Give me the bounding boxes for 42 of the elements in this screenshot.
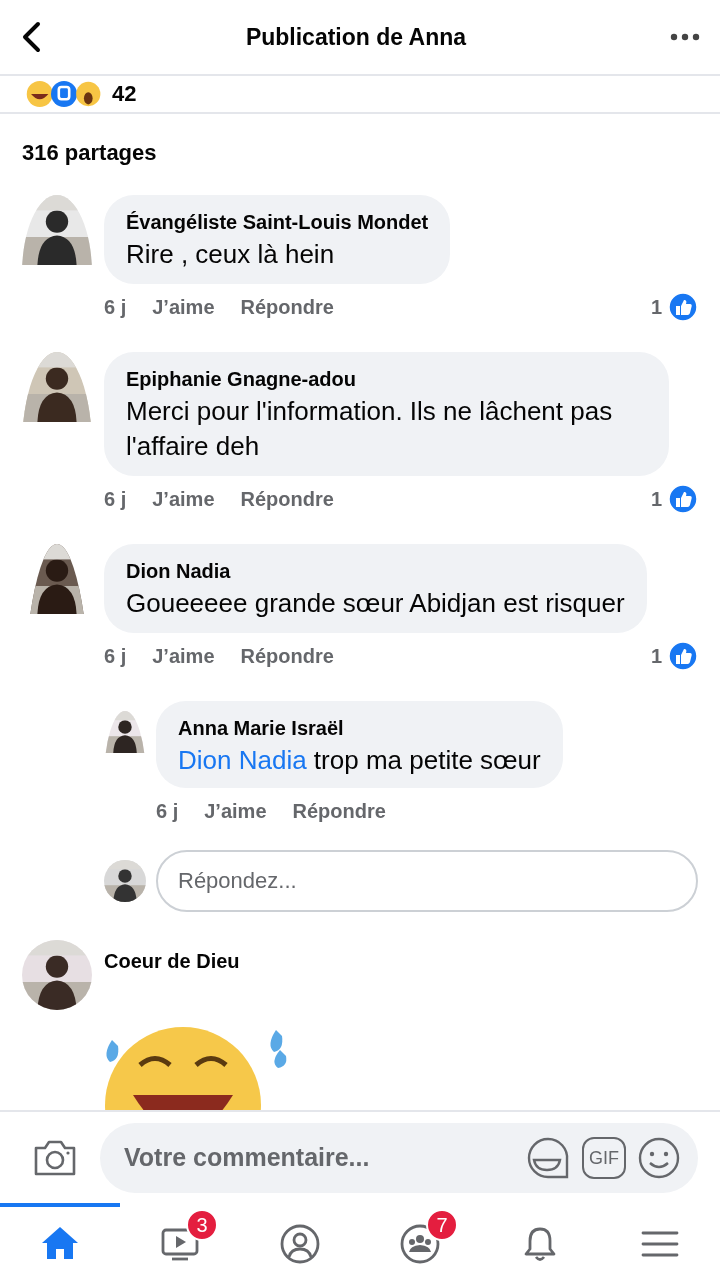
comment-text: Merci pour l'information. Ils ne lâchent pas l'affaire deh — [126, 395, 614, 463]
page-title: Publication de Anna — [244, 22, 468, 52]
like-count: 1 — [650, 295, 662, 320]
reply-link[interactable]: Répondre — [240, 484, 334, 514]
shares-count[interactable]: 316 partages — [0, 114, 720, 195]
like-link[interactable]: J’aime — [152, 292, 215, 322]
like-count: 1 — [650, 487, 662, 512]
comment-author[interactable]: Anna Marie Israël — [178, 713, 541, 743]
notification-badge: 7 — [426, 1209, 458, 1241]
sticker-icon[interactable] — [526, 1136, 570, 1180]
reaction-count[interactable]: 42 — [112, 81, 137, 107]
reply-link[interactable]: Répondre — [240, 292, 334, 322]
comment-text: Rire , ceux là hein — [126, 238, 336, 271]
like-link[interactable]: J’aime — [204, 796, 267, 826]
reply-link[interactable]: Répondre — [292, 796, 386, 826]
reply-link[interactable]: Répondre — [240, 641, 334, 671]
comment-field[interactable]: Votre commentaire... GIF — [100, 1123, 698, 1193]
like-icon — [668, 292, 698, 322]
comment-time: 6 j — [104, 487, 127, 512]
comment-time: 6 j — [104, 295, 127, 320]
like-link[interactable]: J’aime — [152, 484, 215, 514]
like-icon — [668, 641, 698, 671]
mention-link[interactable]: Dion Nadia — [178, 745, 307, 775]
gif-button[interactable]: GIF — [582, 1137, 626, 1179]
comment-author[interactable]: Coeur de Dieu — [104, 940, 698, 1002]
comment-text: Dion Nadia trop ma petite sœur — [178, 744, 541, 777]
comment-author[interactable]: Dion Nadia — [126, 556, 625, 586]
like-icon — [668, 484, 698, 514]
comment-time: 6 j — [104, 644, 127, 669]
profile-icon — [280, 1223, 320, 1264]
notification-badge: 3 — [186, 1209, 218, 1241]
comment-text: Goueeeee grande sœur Abidjan est risquer — [126, 587, 625, 620]
like-count: 1 — [650, 644, 662, 669]
emoji-icon[interactable] — [638, 1137, 680, 1179]
like-link[interactable]: J’aime — [152, 641, 215, 671]
more-icon[interactable] — [670, 32, 700, 42]
comment-time: 6 j — [156, 799, 179, 824]
back-icon[interactable] — [20, 20, 42, 54]
camera-icon[interactable] — [32, 1138, 78, 1178]
comment-author[interactable]: Epiphanie Gnagne-adou — [126, 364, 647, 394]
comment-author[interactable]: Évangéliste Saint-Louis Mondet — [126, 207, 429, 237]
reply-field[interactable]: Répondez... — [156, 850, 698, 912]
